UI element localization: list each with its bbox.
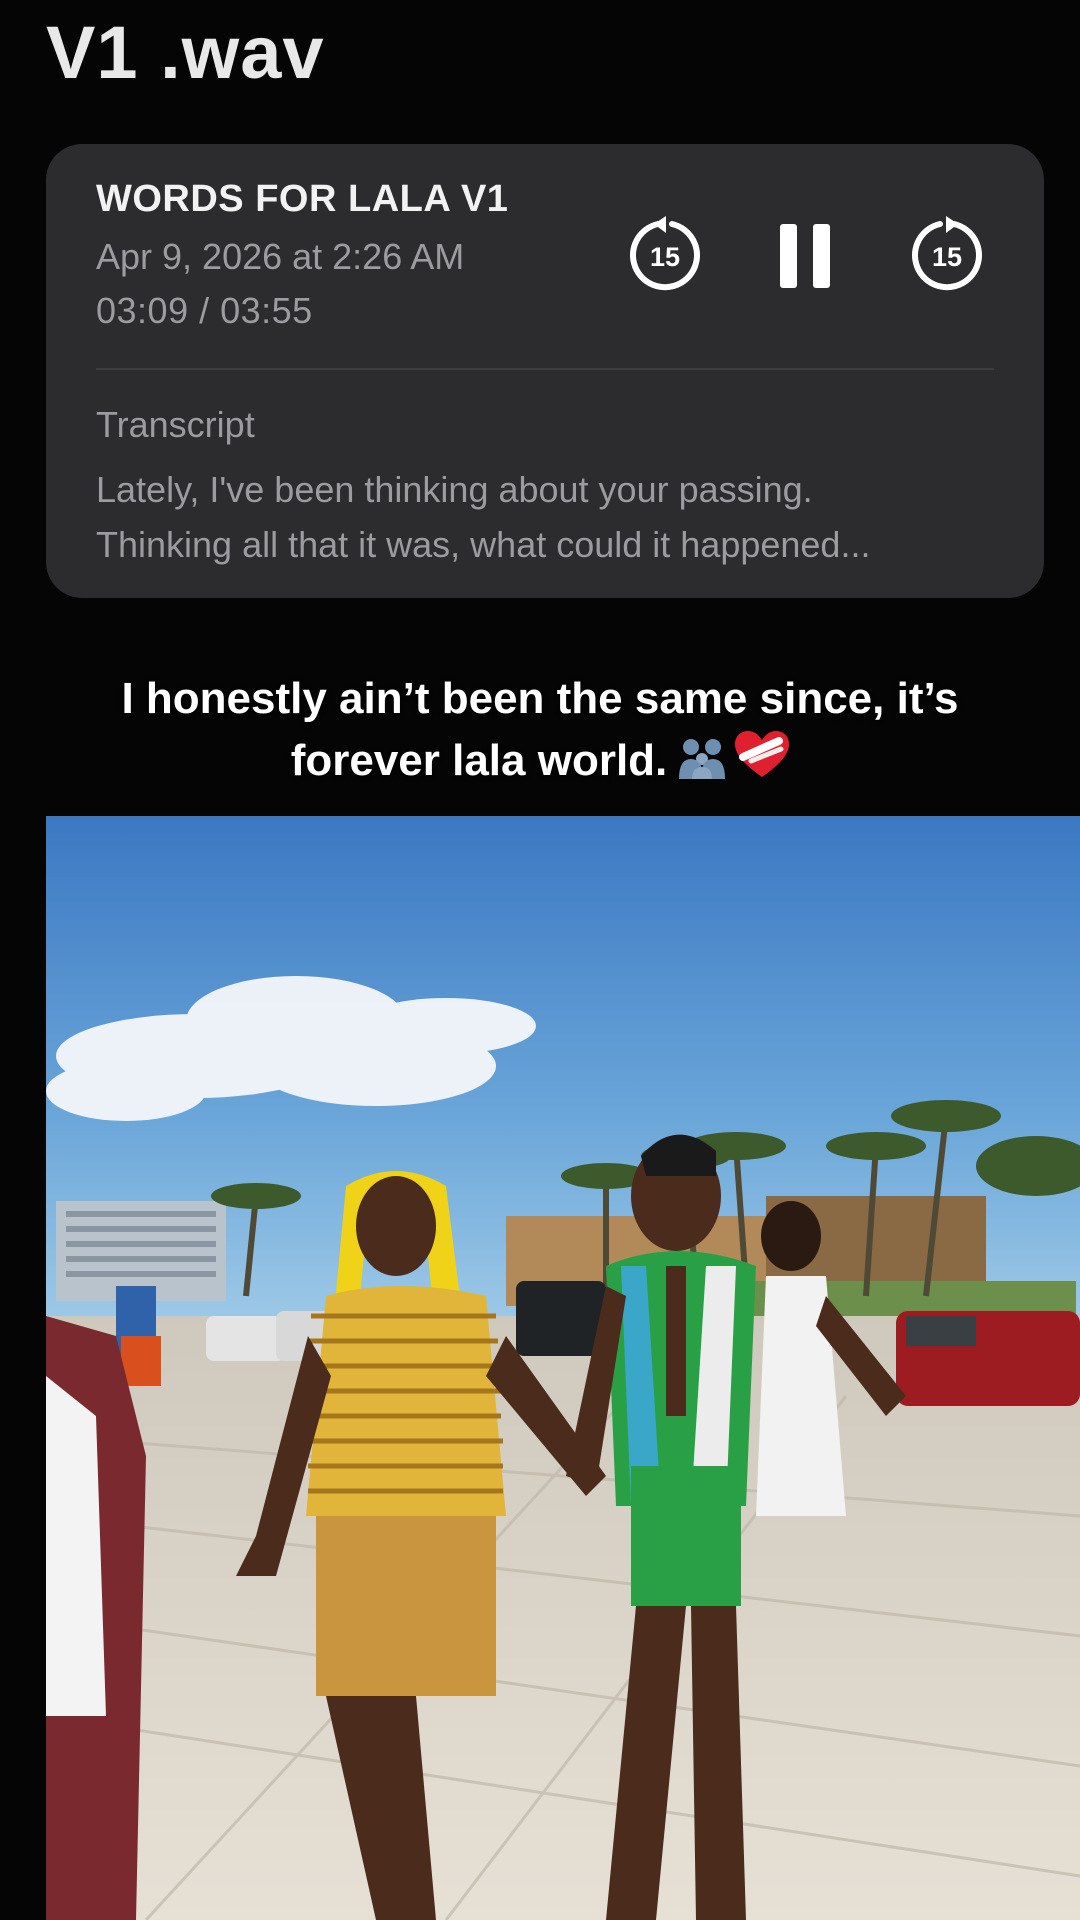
skip-forward-label: 15 [932, 242, 962, 272]
playback-time: 03:09 / 03:55 [96, 290, 313, 331]
caption-line-2-text: forever lala world. [290, 736, 668, 785]
caption-line-2: forever lala world. [40, 729, 1040, 797]
beach-photo [46, 816, 1080, 1920]
card-divider [96, 368, 994, 370]
skip-forward-15-icon: 15 [912, 216, 982, 291]
pause-icon [780, 224, 830, 288]
pause-button[interactable] [766, 216, 844, 294]
caption-emojis [677, 729, 790, 797]
skip-forward-15-button[interactable]: 15 [908, 216, 986, 294]
recording-title: WORDS FOR LALA V1 [96, 178, 509, 220]
beach-photo-illustration [46, 816, 1080, 1920]
skip-back-15-icon: 15 [630, 216, 700, 291]
skip-back-15-button[interactable]: 15 [626, 216, 704, 294]
caption-line-1: I honestly ain’t been the same since, it… [121, 674, 959, 723]
page-title: V1 .wav [46, 11, 325, 94]
family-emoji-icon [679, 739, 726, 779]
video-caption: I honestly ain’t been the same since, it… [40, 668, 1040, 797]
audio-player-card[interactable]: WORDS FOR LALA V1 Apr 9, 2026 at 2:26 AM… [46, 144, 1044, 598]
skip-back-label: 15 [650, 242, 680, 272]
recording-date: Apr 9, 2026 at 2:26 AM [96, 236, 465, 277]
transcript-label: Transcript [96, 404, 255, 445]
mending-heart-emoji-icon [735, 731, 790, 777]
transcript-text[interactable]: Lately, I've been thinking about your pa… [96, 462, 1016, 572]
